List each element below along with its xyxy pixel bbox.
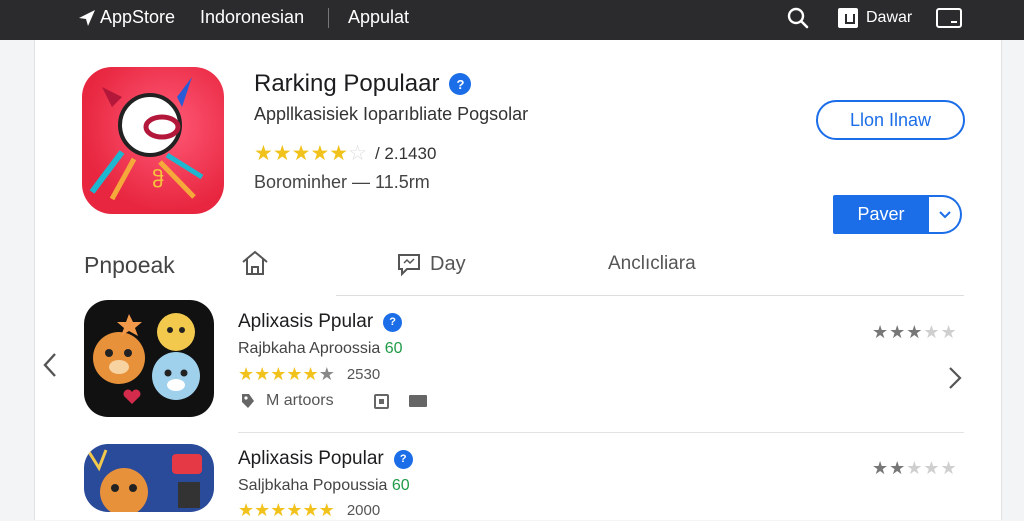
home-icon[interactable] [240,248,270,283]
chevron-right-icon[interactable] [948,366,962,395]
app-title-text: Aplixasis Popular [238,448,384,469]
verified-badge-icon: ? [449,73,472,95]
app-subtitle-number: 60 [384,340,403,357]
app-title-text: Aplixasis Ppular [238,311,374,332]
tab-day[interactable]: Day [396,251,466,277]
tab-category[interactable]: Anclıcliara [608,253,696,275]
app-rating-count: 2000 [346,502,381,519]
account-icon [838,8,858,28]
send-icon [79,9,95,26]
primary-action-split-button: Paver [833,195,962,234]
tab-day-label: Day [430,252,466,275]
svg-text:ჵ: ჵ [152,168,164,193]
secondary-star-rating-icon: ★★★★★ [872,322,958,342]
app-subtitle-text: Rajbkaha Aproossia [238,340,381,357]
search-icon[interactable] [786,6,810,35]
device-icon [373,393,389,409]
app-rating: ★★★★★★ 2000 [238,500,380,521]
star-rating-icon: ★★★★★☆ [254,142,367,165]
display-icon[interactable] [936,8,962,28]
row-divider [238,432,964,433]
storage-icon [408,395,427,407]
primary-action-button[interactable]: Paver [833,195,929,234]
account-button[interactable]: Dawar [838,8,912,28]
chevron-left-icon[interactable] [42,352,58,383]
chevron-down-icon[interactable] [929,195,962,234]
star-rating-icon: ★★★★★★ [238,364,335,384]
top-nav-bar: AppStore Indoronesian Appulat Dawar [0,0,1024,40]
hero-app-title: Rarking Populaar ? [254,70,472,98]
verified-badge-icon: ? [383,312,403,332]
star-rating-icon: ★★★★★★ [238,500,335,520]
app-subtitle-number: 60 [391,477,410,494]
hero-subtitle: Appllkasisiek Ioparıbliate Pogsolar [254,104,529,124]
app-icon[interactable] [84,444,214,512]
account-label: Dawar [866,9,913,26]
app-rating-count: 2530 [346,366,381,383]
region-selector[interactable]: Indoronesian [200,7,304,28]
chat-icon [398,254,420,277]
app-info: M artoors [240,392,427,410]
tab-underline [336,295,964,296]
app-subtitle: Saljbkaha Popoussia 60 [238,477,410,495]
app-info-label: M artoors [266,392,334,409]
secondary-star-rating-icon: ★★★★★ [872,458,958,478]
app-subtitle: Rajbkaha Aproossia 60 [238,340,403,358]
secondary-action-button[interactable]: Llon Ilnaw [816,100,965,140]
hero-app-icon: ჵ [82,67,224,214]
appstore-logo[interactable]: AppStore [78,7,175,28]
hero-title-text: Rarking Populaar [254,70,440,97]
hero-meta: Borominher — 11.5rm [254,172,430,192]
tag-icon [242,394,254,408]
app-rating: ★★★★★★ 2530 [238,364,380,385]
section-title: Pnpoeak [84,252,175,278]
hero-rating: ★★★★★☆ / 2.1430 [254,141,436,166]
app-subtitle-text: Saljbkaha Popoussia [238,477,388,494]
nav-divider [328,8,329,28]
app-title[interactable]: Aplixasis Ppular ? [238,311,403,333]
brand-label: AppStore [100,7,176,27]
app-title[interactable]: Aplixasis Popular ? [238,448,413,470]
verified-badge-icon: ? [393,449,413,469]
hero-rating-count: / 2.1430 [374,143,437,163]
app-icon[interactable] [84,300,214,417]
nav-tab-popular[interactable]: Appulat [348,7,409,28]
